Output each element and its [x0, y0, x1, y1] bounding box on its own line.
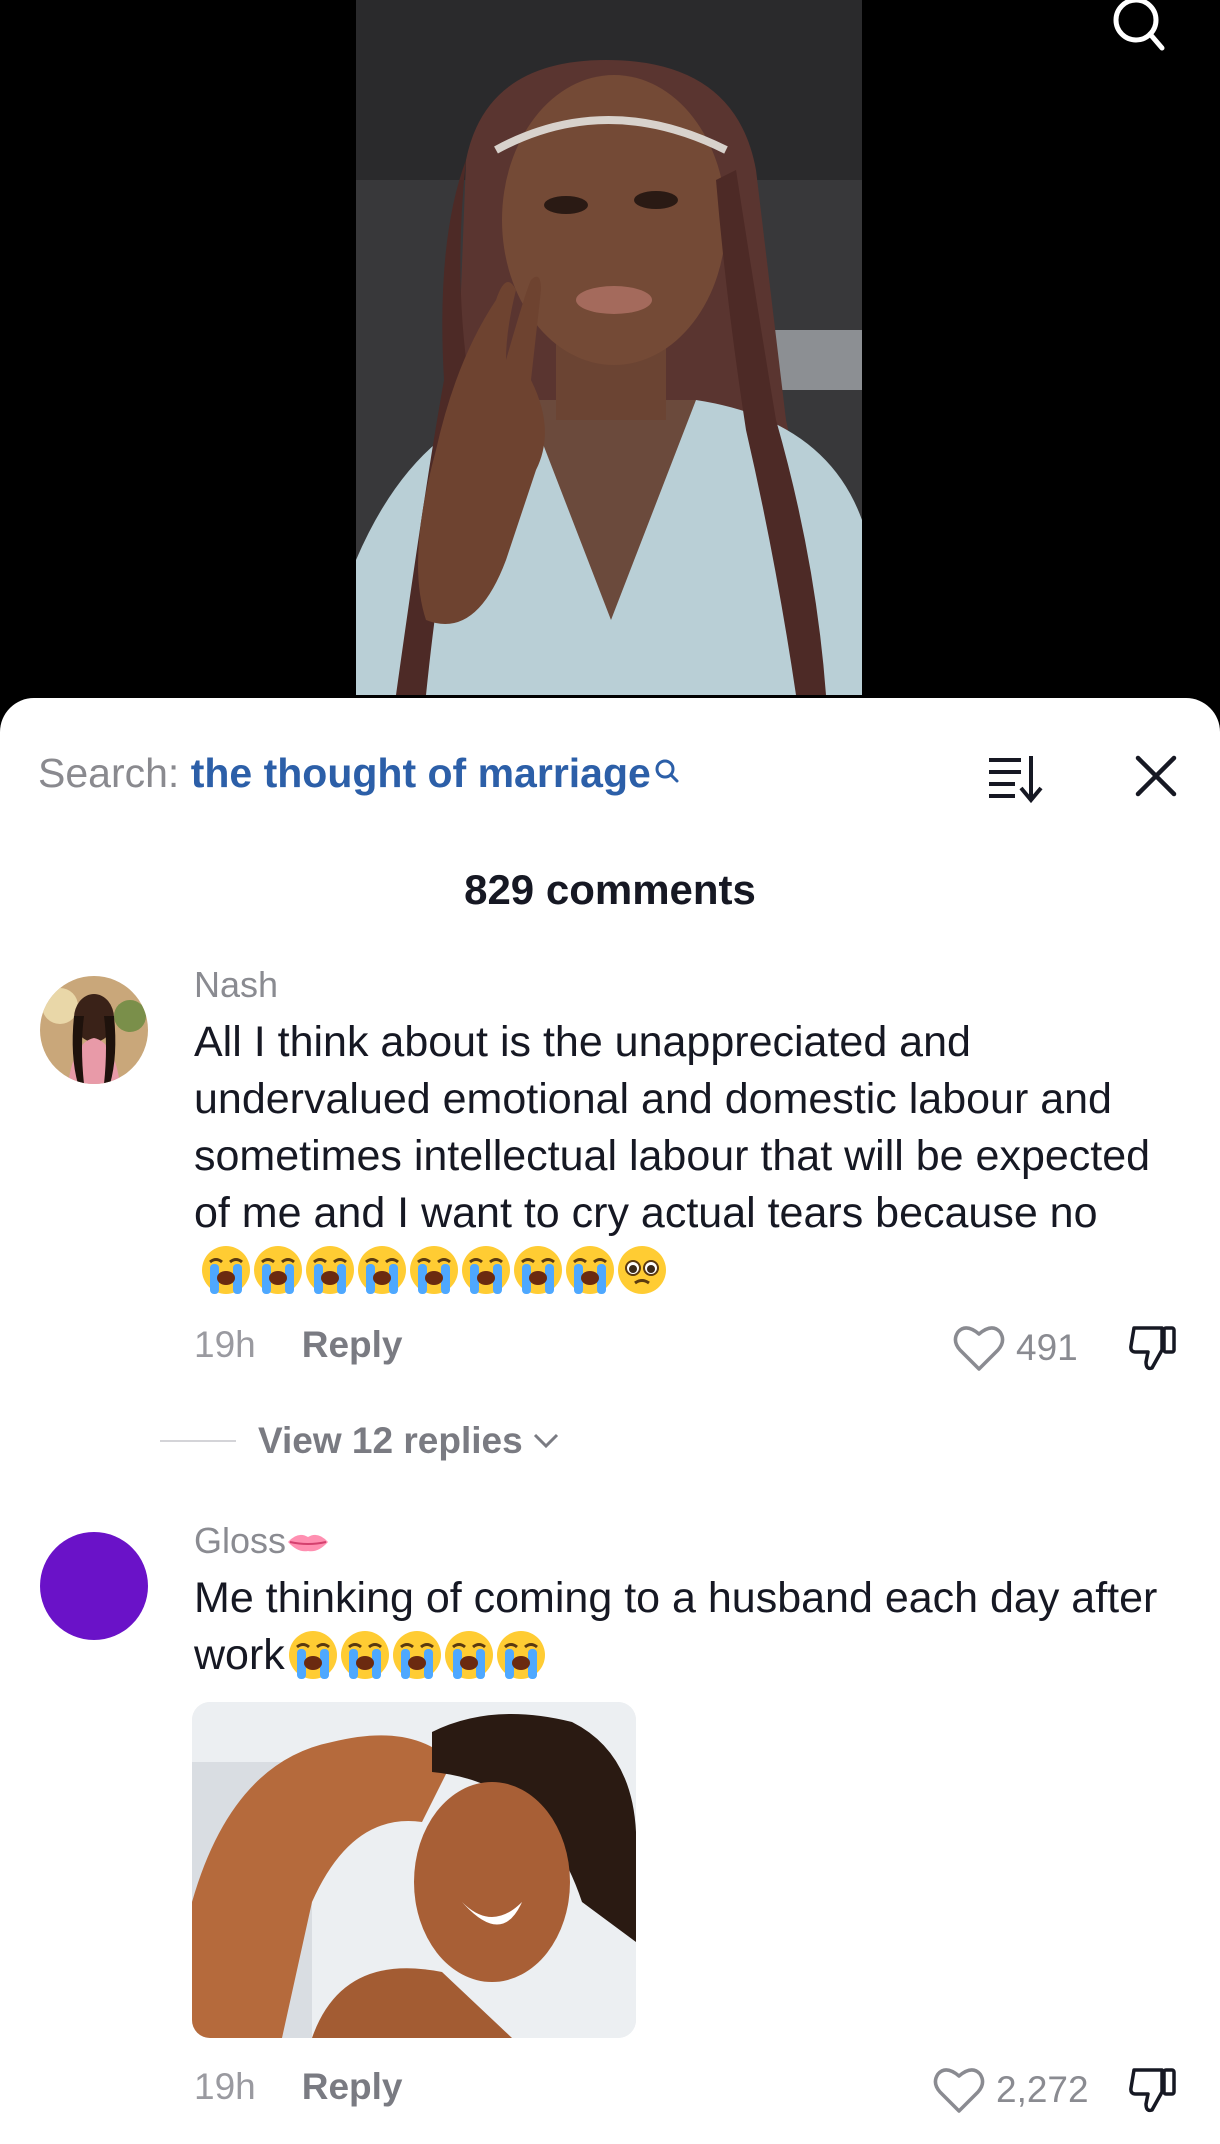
thumbs-down-icon [1129, 2068, 1176, 2113]
comments-sheet: Search: the thought of marriage 829 comm… [0, 698, 1220, 2144]
loudly-crying-face-icon [306, 1246, 354, 1294]
like-count: 491 [1016, 1327, 1078, 1368]
comment-time: 19h [194, 1324, 256, 1366]
video-player[interactable] [356, 0, 862, 695]
view-replies-button[interactable]: View 12 replies [160, 1420, 563, 1462]
sort-icon [989, 756, 1043, 804]
comment-body: All I think about is the unappreciated a… [194, 1018, 1151, 1237]
comments-count-title: 829 comments [464, 866, 756, 913]
comment-gif-image[interactable] [192, 1702, 636, 2038]
like-button[interactable]: 491 [952, 1320, 1078, 1376]
loudly-crying-face-icon [514, 1246, 562, 1294]
thumbs-down-icon [1129, 1326, 1176, 1371]
username-text: Gloss [194, 1520, 287, 1561]
comment-username[interactable]: Gloss [194, 1520, 330, 1562]
sort-button[interactable] [985, 748, 1045, 804]
comments-sheet-header: Search: the thought of marriage [0, 698, 1220, 848]
like-button[interactable]: 2,272 [932, 2062, 1089, 2118]
top-search-button[interactable] [1100, 0, 1170, 60]
face-holding-back-tears-icon [618, 1246, 666, 1294]
close-button[interactable] [1128, 748, 1184, 804]
replies-divider [160, 1440, 236, 1442]
avatar[interactable] [40, 1532, 148, 1640]
comment-time: 19h [194, 2066, 256, 2108]
emoji-group [287, 1629, 547, 1696]
loudly-crying-face-icon [410, 1246, 458, 1294]
loudly-crying-face-icon [566, 1246, 614, 1294]
loudly-crying-face-icon [254, 1246, 302, 1294]
loudly-crying-face-icon [288, 1631, 337, 1679]
search-small-icon [653, 748, 679, 798]
video-area[interactable] [0, 0, 1220, 720]
loudly-crying-face-icon [444, 1631, 493, 1679]
close-icon [1135, 755, 1177, 797]
dislike-button[interactable] [1126, 2062, 1182, 2118]
heart-icon [953, 1326, 1005, 1371]
reply-button[interactable]: Reply [302, 1324, 403, 1366]
avatar[interactable] [40, 976, 148, 1084]
emoji-group [200, 1244, 668, 1311]
comment-text: All I think about is the unappreciated a… [194, 1014, 1184, 1311]
comment-meta-row: 19h Reply [194, 2064, 403, 2114]
loudly-crying-face-icon [496, 1631, 545, 1679]
like-count: 2,272 [996, 2069, 1089, 2110]
search-query-text[interactable]: the thought of marriage [191, 750, 651, 796]
comment-username[interactable]: Nash [194, 964, 278, 1006]
loudly-crying-face-icon [340, 1631, 389, 1679]
video-frame-image [356, 0, 862, 695]
comment-search-link[interactable]: Search: the thought of marriage [38, 748, 679, 798]
comment-text: Me thinking of coming to a husband each … [194, 1570, 1194, 1696]
lips-icon [288, 1534, 329, 1552]
chevron-down-icon [533, 1433, 558, 1449]
dislike-button[interactable] [1126, 1320, 1182, 1376]
loudly-crying-face-icon [392, 1631, 441, 1679]
reply-button[interactable]: Reply [302, 2066, 403, 2108]
loudly-crying-face-icon [202, 1246, 250, 1294]
view-replies-label: View 12 replies [258, 1420, 523, 1461]
comment-meta-row: 19h Reply [194, 1322, 403, 1372]
loudly-crying-face-icon [462, 1246, 510, 1294]
heart-icon [933, 2068, 985, 2113]
loudly-crying-face-icon [358, 1246, 406, 1294]
search-icon [1113, 0, 1165, 51]
search-prefix-label: Search: [38, 750, 191, 796]
